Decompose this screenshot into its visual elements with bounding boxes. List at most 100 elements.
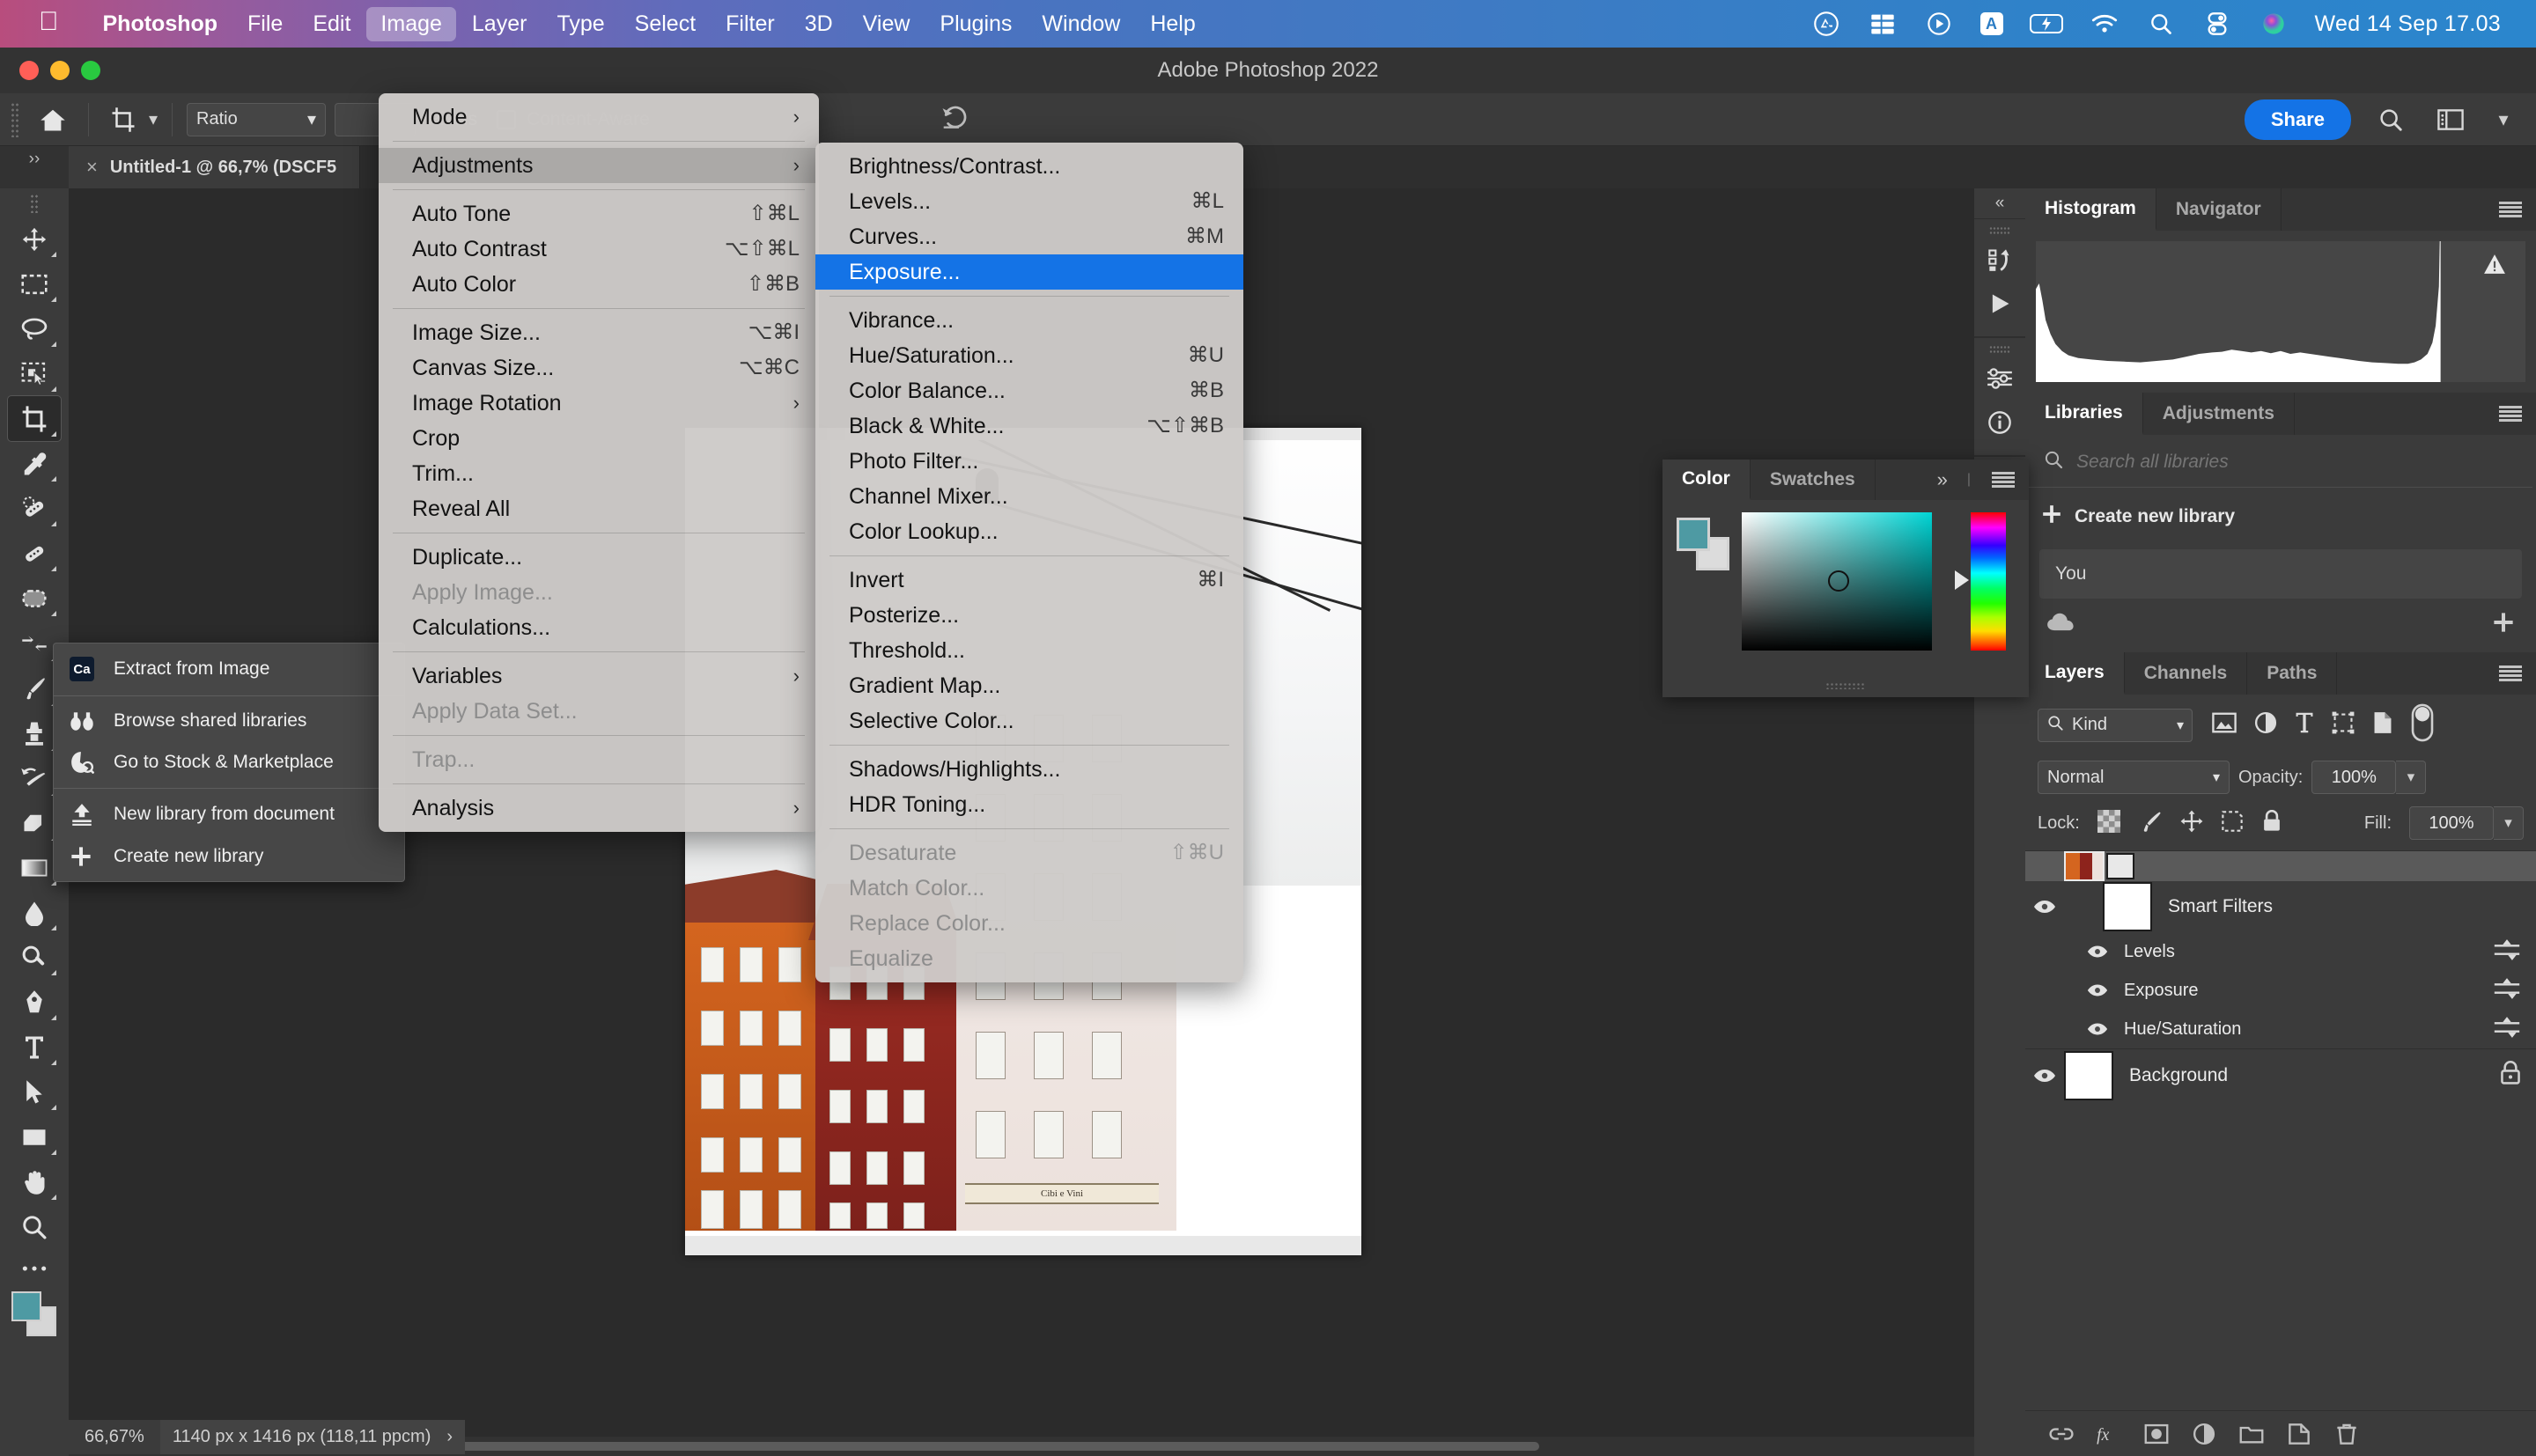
properties-sliders-icon[interactable]	[1979, 358, 2020, 399]
siri-icon[interactable]	[2259, 9, 2289, 39]
menubar-item-type[interactable]: Type	[542, 7, 618, 41]
status-chevron-icon[interactable]: ›	[446, 1427, 453, 1447]
image-menu-item-variables[interactable]: Variables ›	[379, 658, 819, 694]
new-layer-icon[interactable]	[2275, 1415, 2323, 1453]
image-menu-item-duplicate[interactable]: Duplicate...	[379, 540, 819, 575]
opacity-value[interactable]: 100%	[2311, 761, 2397, 794]
adjustments-menu-item-vibrance[interactable]: Vibrance...	[815, 303, 1243, 338]
workspace-icon[interactable]	[2430, 99, 2471, 140]
blur-tool[interactable]	[8, 890, 61, 935]
lasso-tool[interactable]	[8, 306, 61, 351]
type-tool[interactable]	[8, 1025, 61, 1070]
shape-tool[interactable]	[8, 1114, 61, 1159]
filter-visibility-toggle[interactable]	[2078, 1022, 2117, 1036]
history-icon[interactable]	[1979, 239, 2020, 280]
fill-value[interactable]: 100%	[2409, 806, 2494, 840]
shape-filter-icon[interactable]	[2332, 711, 2355, 739]
keyboard-input-icon[interactable]: A	[1979, 12, 2003, 35]
opacity-chevron-icon[interactable]: ▾	[2396, 761, 2427, 794]
document-dimensions[interactable]: 1140 px x 1416 px (118,11 ppcm) ›	[159, 1419, 466, 1454]
panel-menu-icon[interactable]	[2499, 665, 2522, 681]
window-controls[interactable]	[19, 61, 100, 80]
image-menu-item-mode[interactable]: Mode ›	[379, 99, 819, 135]
color-picker-marker[interactable]	[1828, 570, 1849, 592]
tab-paths[interactable]: Paths	[2247, 652, 2338, 695]
content-aware-move-tool[interactable]	[8, 576, 61, 621]
table-row[interactable]	[2025, 851, 2536, 881]
patch-tool[interactable]	[8, 531, 61, 576]
move-tool[interactable]	[8, 217, 61, 261]
smartobject-filter-icon[interactable]	[2372, 711, 2393, 739]
adjustments-menu-item-posterize[interactable]: Posterize...	[815, 598, 1243, 633]
creative-cloud-icon[interactable]	[1811, 9, 1841, 39]
image-menu-item-auto-tone[interactable]: Auto Tone ⇧⌘L	[379, 196, 819, 232]
wifi-icon[interactable]	[2090, 9, 2119, 39]
tab-navigator[interactable]: Navigator	[2156, 188, 2282, 231]
table-row[interactable]: Background	[2025, 1048, 2536, 1101]
tab-histogram[interactable]: Histogram	[2025, 188, 2156, 231]
filter-visibility-toggle[interactable]	[2078, 945, 2117, 959]
collapse-panels-button[interactable]: «	[1974, 188, 2025, 218]
adjustments-menu-item-brightness-contrast[interactable]: Brightness/Contrast...	[815, 149, 1243, 184]
library-card[interactable]: You	[2039, 549, 2522, 599]
menubar-clock[interactable]: Wed 14 Sep 17.03	[2315, 11, 2501, 37]
minimize-window-button[interactable]	[50, 61, 70, 80]
reset-icon[interactable]	[940, 104, 969, 135]
libraries-menu-item-browse-shared-libraries[interactable]: Browse shared libraries	[54, 701, 404, 741]
layer-style-fx-icon[interactable]: fx	[2085, 1415, 2133, 1453]
layer-thumbnail[interactable]	[2064, 1050, 2113, 1100]
menubar-item-help[interactable]: Help	[1136, 7, 1209, 41]
battery-charging-icon[interactable]	[2029, 14, 2063, 33]
expand-panels-toggle[interactable]: ››	[0, 146, 69, 188]
image-menu-item-trim[interactable]: Trim...	[379, 456, 819, 491]
adjustments-menu-item-exposure[interactable]: Exposure...	[815, 254, 1243, 290]
adjustments-menu-item-selective-color[interactable]: Selective Color...	[815, 703, 1243, 739]
play-circle-icon[interactable]	[1924, 9, 1954, 39]
image-menu-item-crop[interactable]: Crop	[379, 421, 819, 456]
menubar-item-file[interactable]: File	[233, 7, 297, 41]
zoom-tool[interactable]	[8, 1204, 61, 1249]
document-tab[interactable]: × Untitled-1 @ 66,7% (DSCF5	[69, 146, 361, 188]
adjustments-menu-item-curves[interactable]: Curves... ⌘M	[815, 219, 1243, 254]
path-selection-tool[interactable]	[8, 1070, 61, 1114]
share-button[interactable]: Share	[2244, 99, 2351, 140]
tab-channels[interactable]: Channels	[2124, 652, 2248, 695]
tab-libraries[interactable]: Libraries	[2025, 393, 2143, 435]
blending-options-icon[interactable]	[2492, 1016, 2522, 1043]
libraries-search-row[interactable]	[2029, 435, 2532, 488]
adjustments-menu-item-threshold[interactable]: Threshold...	[815, 633, 1243, 668]
pen-tool[interactable]	[8, 980, 61, 1025]
close-document-icon[interactable]: ×	[86, 156, 98, 179]
chevron-down-icon[interactable]: ▾	[2483, 99, 2524, 140]
search-icon[interactable]	[2370, 99, 2411, 140]
image-menu-item-auto-color[interactable]: Auto Color ⇧⌘B	[379, 267, 819, 302]
fill-chevron-icon[interactable]: ▾	[2494, 806, 2524, 840]
menubar-item-view[interactable]: View	[849, 7, 925, 41]
adjustments-menu-item-photo-filter[interactable]: Photo Filter...	[815, 444, 1243, 479]
expand-panel-icon[interactable]: »	[1937, 468, 1948, 491]
panel-menu-icon[interactable]	[1992, 472, 2015, 488]
menubar-item-plugins[interactable]: Plugins	[925, 7, 1026, 41]
new-group-icon[interactable]	[2228, 1415, 2275, 1453]
adjustments-menu-item-hdr-toning[interactable]: HDR Toning...	[815, 787, 1243, 822]
crop-tool[interactable]	[7, 395, 62, 442]
lock-pixels-icon[interactable]	[2138, 810, 2163, 837]
cached-data-warning-icon[interactable]	[2483, 254, 2506, 279]
lock-artboard-icon[interactable]	[2221, 810, 2244, 837]
search-input[interactable]	[2076, 451, 2457, 473]
edit-toolbar-button[interactable]	[8, 1249, 61, 1288]
smart-filters-mask-thumbnail[interactable]	[2103, 882, 2152, 931]
cloud-icon[interactable]	[2046, 612, 2076, 637]
table-row[interactable]: Hue/Saturation	[2025, 1010, 2536, 1048]
hue-slider[interactable]	[1955, 512, 2006, 651]
adjustment-filter-icon[interactable]	[2254, 711, 2277, 739]
libraries-menu-item-create-new-library[interactable]: Create new library	[54, 835, 404, 878]
crop-ratio-select[interactable]: Ratio ▾	[187, 102, 327, 136]
color-spectrum-field[interactable]	[1742, 512, 1932, 651]
menubar-item-edit[interactable]: Edit	[299, 7, 365, 41]
menubar-item-select[interactable]: Select	[621, 7, 710, 41]
adjustments-menu-item-channel-mixer[interactable]: Channel Mixer...	[815, 479, 1243, 514]
toolbar-grip[interactable]	[30, 194, 39, 213]
image-menu-item-adjustments[interactable]: Adjustments ›	[379, 148, 819, 183]
adjustments-menu-item-color-balance[interactable]: Color Balance... ⌘B	[815, 373, 1243, 408]
